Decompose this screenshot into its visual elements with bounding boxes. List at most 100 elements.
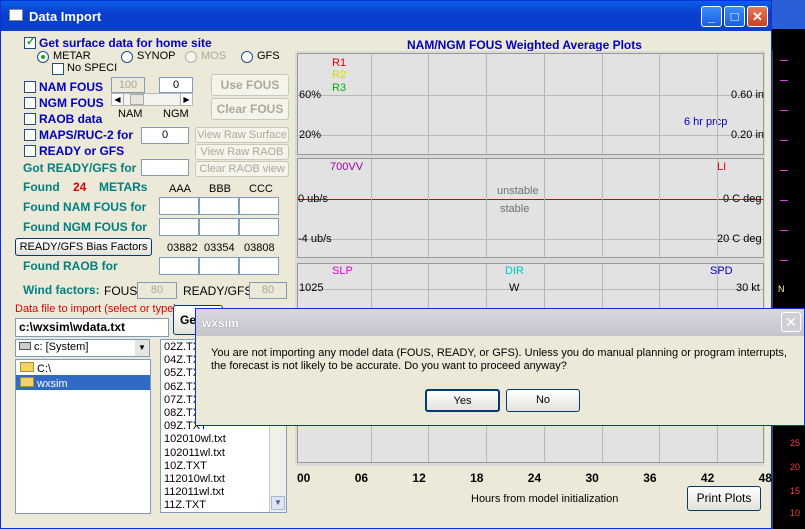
grid-line — [298, 239, 763, 240]
no-button[interactable]: No — [506, 389, 580, 412]
fous-factor-label: FOUS — [104, 284, 138, 298]
ngm-fous-label: NGM FOUS — [39, 96, 104, 110]
grid-line — [370, 159, 372, 257]
raob-station-aaa[interactable] — [159, 257, 199, 275]
ub4-label: -4 ub/s — [298, 233, 332, 245]
x-tick-label: 30 — [585, 471, 599, 485]
bg-tick — [780, 140, 788, 141]
grid-line — [716, 159, 718, 257]
raob-station-ccc[interactable] — [239, 257, 279, 275]
ngm-label: NGM — [163, 108, 189, 120]
nam-fous-checkbox[interactable] — [24, 81, 36, 93]
maps-checkbox[interactable] — [24, 129, 36, 141]
ub0-label: 0 ub/s — [298, 193, 328, 205]
chevron-down-icon[interactable]: ▼ — [135, 340, 149, 356]
app-icon — [9, 9, 23, 21]
nam-weight-field[interactable]: 100 — [111, 77, 145, 93]
ready-factor-field[interactable]: 80 — [249, 282, 287, 299]
raob-label: RAOB data — [39, 112, 103, 126]
bg-label: N — [778, 284, 785, 294]
bg-tick — [780, 110, 788, 111]
nam-station-ccc[interactable] — [239, 197, 279, 215]
in-060-label: 0.60 in — [731, 89, 765, 101]
grid-line — [659, 54, 661, 154]
minimize-button[interactable]: _ — [701, 6, 722, 27]
raob-station-bbb[interactable] — [199, 257, 239, 275]
window-title: Data Import — [29, 9, 102, 24]
bias-factors-button[interactable]: READY/GFS Bias Factors — [15, 238, 152, 256]
close-button[interactable]: ✕ — [747, 6, 768, 27]
ngm-station-aaa[interactable] — [159, 218, 199, 236]
bg-tick — [780, 230, 788, 231]
no-speci-checkbox[interactable] — [52, 63, 64, 75]
view-raw-surface-button[interactable]: View Raw Surface — [195, 127, 289, 143]
file-item[interactable]: 10Z.TXT — [164, 460, 226, 473]
slp-label: SLP — [332, 265, 353, 277]
ngm-weight-field[interactable]: 0 — [159, 77, 193, 93]
file-item[interactable]: 112011wl.txt — [164, 486, 226, 499]
title-bar[interactable]: Data Import _ □ ✕ — [1, 1, 771, 31]
drive-select[interactable]: c: [System] ▼ — [15, 339, 150, 357]
clear-fous-button[interactable]: Clear FOUS — [211, 98, 289, 120]
dialog-title: wxsim — [202, 316, 239, 330]
precip-60-label: 60% — [299, 89, 322, 101]
r1-label: R1 — [332, 57, 347, 69]
mos-radio[interactable] — [185, 51, 197, 63]
slider-thumb[interactable] — [130, 94, 144, 105]
dir-label: DIR — [505, 265, 524, 277]
dialog-title-bar[interactable]: wxsim ✕ — [196, 309, 804, 336]
background-titlebar — [768, 0, 805, 29]
ngm-station-ccc[interactable] — [239, 218, 279, 236]
maps-field[interactable]: 0 — [141, 127, 189, 144]
ngm-station-bbb[interactable] — [199, 218, 239, 236]
folder-item-selected[interactable]: wxsim — [16, 375, 150, 390]
grid-line — [601, 159, 603, 257]
got-ready-field[interactable] — [141, 159, 189, 176]
maximize-button[interactable]: □ — [724, 6, 745, 27]
grid-line — [298, 135, 763, 136]
raob-checkbox[interactable] — [24, 113, 36, 125]
dialog-close-button[interactable]: ✕ — [781, 312, 801, 332]
ngm-fous-checkbox[interactable] — [24, 97, 36, 109]
ccc-label: CCC — [249, 183, 273, 195]
x-tick-label: 24 — [527, 471, 542, 485]
bg-label: 25 — [790, 438, 801, 448]
ready-checkbox[interactable] — [24, 145, 36, 157]
vv-panel — [297, 158, 764, 258]
zero-line — [298, 199, 763, 200]
gfs-radio[interactable] — [241, 51, 253, 63]
slider-right-arrow[interactable]: ▶ — [180, 94, 192, 105]
nam-station-aaa[interactable] — [159, 197, 199, 215]
file-item[interactable]: 102011wl.txt — [164, 447, 226, 460]
nam-station-bbb[interactable] — [199, 197, 239, 215]
metar-radio[interactable] — [37, 51, 49, 63]
yes-button[interactable]: Yes — [425, 389, 500, 412]
folder-icon — [20, 362, 34, 372]
file-path-input[interactable]: c:\wxsim\wdata.txt — [15, 318, 169, 337]
scroll-down-icon[interactable]: ▼ — [271, 496, 285, 510]
file-item[interactable]: 112010wl.txt — [164, 473, 226, 486]
get-surface-checkbox[interactable] — [24, 35, 36, 49]
bg-tick — [780, 60, 788, 61]
grid-line — [659, 159, 661, 257]
drive-icon — [19, 342, 31, 350]
slider-left-arrow[interactable]: ◀ — [112, 94, 124, 105]
folder-item[interactable]: C:\ — [16, 360, 150, 375]
print-plots-button[interactable]: Print Plots — [687, 486, 761, 511]
file-item[interactable]: 11Z.TXT — [164, 499, 226, 512]
view-raw-raob-button[interactable]: View Raw RAOB — [195, 144, 289, 160]
synop-radio[interactable] — [121, 51, 133, 63]
file-item[interactable]: 102010wl.txt — [164, 433, 226, 446]
x-tick-label: 42 — [700, 471, 715, 485]
fous-factor-field[interactable]: 80 — [137, 282, 177, 299]
grid-line — [370, 54, 372, 154]
open-folder-icon — [20, 377, 34, 387]
weight-slider[interactable]: ◀ ▶ — [111, 93, 193, 106]
x-tick-label: 00 — [297, 471, 311, 485]
x-tick-label: 06 — [354, 471, 369, 485]
use-fous-button[interactable]: Use FOUS — [211, 74, 289, 96]
folder-list[interactable]: C:\ wxsim — [15, 359, 151, 514]
found-ngm-label: Found NGM FOUS for — [23, 220, 147, 234]
clear-raob-view-button[interactable]: Clear RAOB view — [195, 161, 289, 177]
bg-tick — [780, 200, 788, 201]
